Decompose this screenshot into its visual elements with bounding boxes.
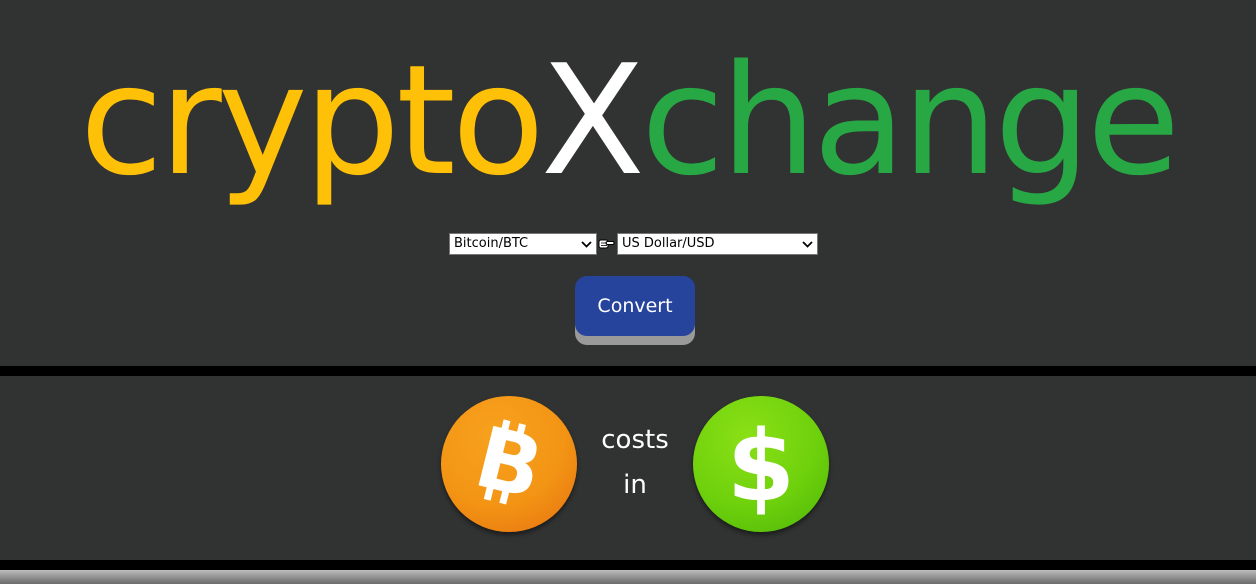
costs-label: costs [601, 425, 669, 455]
header-section: cryptoXchange Bitcoin/BTC US Dollar/USD [0, 0, 1256, 366]
logo-crypto: crypto [79, 32, 545, 209]
convert-button[interactable]: Convert [575, 276, 695, 336]
costs-in-text: costs in [585, 418, 685, 508]
chevron-down-icon [802, 241, 813, 248]
chevron-down-icon [581, 241, 592, 248]
logo-x: X [540, 32, 645, 209]
currency-selectors: Bitcoin/BTC US Dollar/USD [449, 232, 818, 256]
bottom-bar [0, 570, 1256, 584]
result-section: B costs in $ [0, 376, 1256, 560]
svg-text:$: $ [727, 410, 795, 524]
logo-change: change [640, 32, 1180, 209]
from-currency-select[interactable]: Bitcoin/BTC [449, 233, 597, 255]
from-currency-value: Bitcoin/BTC [454, 236, 529, 251]
dollar-icon: $ [693, 396, 829, 532]
bitcoin-icon: B [441, 396, 577, 532]
section-divider-bottom [0, 560, 1256, 570]
to-currency-value: US Dollar/USD [622, 236, 715, 251]
section-divider [0, 366, 1256, 376]
app-page: cryptoXchange Bitcoin/BTC US Dollar/USD [0, 0, 1256, 584]
app-logo: cryptoXchange [0, 26, 1256, 216]
in-label: in [623, 470, 647, 500]
pointing-hand-right-icon [597, 233, 617, 255]
convert-button-wrapper: Convert [575, 276, 695, 345]
to-currency-select[interactable]: US Dollar/USD [617, 233, 818, 255]
